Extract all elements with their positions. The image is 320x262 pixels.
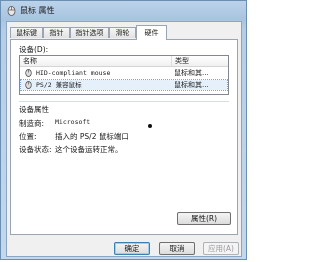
devices-label: 设备(D): bbox=[19, 45, 49, 54]
hardware-panel: 设备(D): 名称 类型 HID-compliant mouse 鼠标和其... bbox=[10, 39, 238, 235]
dialog-client: 鼠标键 指针 指针选项 滑轮 硬件 设备(D): 名称 类型 HID-compl… bbox=[6, 21, 242, 257]
ok-button[interactable]: 确定 bbox=[114, 242, 150, 255]
device-list[interactable]: 名称 类型 HID-compliant mouse 鼠标和其... PS/2 兼… bbox=[19, 55, 229, 95]
tab-wheel[interactable]: 滑轮 bbox=[109, 27, 136, 38]
device-name: HID-compliant mouse bbox=[36, 69, 111, 77]
tab-buttons[interactable]: 鼠标键 bbox=[10, 27, 43, 38]
mouse-icon bbox=[25, 69, 32, 77]
tab-pointers[interactable]: 指针 bbox=[43, 27, 70, 38]
properties-button[interactable]: 属性(R) bbox=[177, 212, 231, 225]
mouse-icon bbox=[25, 81, 32, 89]
tab-pointer-options[interactable]: 指针选项 bbox=[70, 27, 109, 38]
property-value: 插入的 PS/2 鼠标端口 bbox=[55, 132, 129, 141]
property-key: 设备状态: bbox=[19, 145, 52, 154]
property-key: 位置: bbox=[19, 132, 37, 141]
apply-button[interactable]: 应用(A) bbox=[203, 242, 239, 255]
title-bar[interactable]: 鼠标 属性 bbox=[1, 1, 246, 21]
property-value: 这个设备运转正常。 bbox=[55, 145, 123, 154]
column-header-type[interactable]: 类型 bbox=[172, 56, 228, 66]
mouse-pointer-icon bbox=[148, 124, 152, 128]
properties-window: 鼠标 属性 鼠标键 指针 指针选项 滑轮 硬件 设备(D): 名称 类型 HID… bbox=[0, 0, 247, 260]
list-item[interactable]: HID-compliant mouse 鼠标和其... bbox=[21, 68, 227, 78]
mouse-icon bbox=[7, 6, 16, 16]
cancel-button[interactable]: 取消 bbox=[159, 242, 195, 255]
properties-title: 设备属性 bbox=[19, 105, 49, 114]
device-type: 鼠标和其... bbox=[174, 81, 209, 89]
property-key: 制造商: bbox=[19, 119, 45, 128]
device-name: PS/2 兼容鼠标 bbox=[36, 81, 82, 89]
device-type: 鼠标和其... bbox=[174, 69, 209, 77]
property-value: Microsoft bbox=[55, 118, 91, 126]
window-title: 鼠标 属性 bbox=[20, 6, 55, 15]
column-header-name[interactable]: 名称 bbox=[20, 56, 172, 66]
list-item-selected[interactable]: PS/2 兼容鼠标 鼠标和其... bbox=[20, 79, 228, 91]
tab-hardware[interactable]: 硬件 bbox=[136, 25, 167, 40]
list-header: 名称 类型 bbox=[20, 56, 228, 67]
